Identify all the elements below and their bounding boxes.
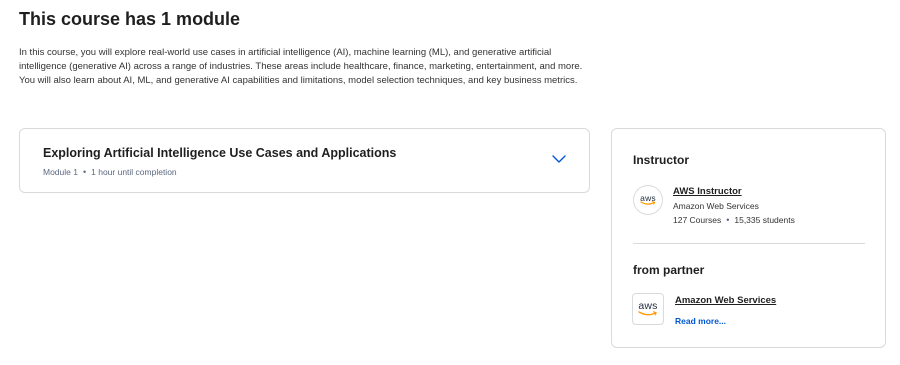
aws-logo-icon: aws	[640, 194, 656, 207]
instructor-courses: 127 Courses	[673, 215, 722, 225]
module-title: Exploring Artificial Intelligence Use Ca…	[43, 146, 397, 160]
chevron-down-icon[interactable]	[551, 153, 567, 165]
partner-heading: from partner	[633, 263, 705, 277]
partner-logo[interactable]: aws	[632, 293, 664, 325]
module-number: Module 1	[43, 167, 78, 177]
read-more-link[interactable]: Read more...	[675, 316, 726, 326]
aws-smile-icon	[638, 311, 657, 316]
instructor-heading: Instructor	[633, 153, 690, 167]
aws-logo-icon: aws	[638, 301, 658, 317]
section-divider	[633, 243, 865, 244]
module-duration: 1 hour until completion	[91, 167, 177, 177]
course-description: In this course, you will explore real-wo…	[19, 47, 583, 86]
instructor-name-link[interactable]: AWS Instructor	[673, 186, 742, 197]
stats-separator: •	[726, 214, 730, 225]
aws-smile-icon	[640, 201, 656, 205]
instructor-students: 15,335 students	[734, 215, 795, 225]
module-card[interactable]: Exploring Artificial Intelligence Use Ca…	[19, 128, 590, 193]
instructor-avatar[interactable]: aws	[633, 185, 663, 215]
meta-separator: •	[82, 166, 87, 177]
instructor-org: Amazon Web Services	[673, 201, 759, 211]
page-title: This course has 1 module	[19, 9, 241, 29]
instructor-partner-card: Instructor aws AWS Instructor Amazon Web…	[611, 128, 886, 348]
instructor-stats: 127 Courses • 15,335 students	[673, 215, 795, 225]
module-meta: Module 1 • 1 hour until completion	[43, 167, 177, 177]
partner-name-link[interactable]: Amazon Web Services	[675, 295, 776, 306]
